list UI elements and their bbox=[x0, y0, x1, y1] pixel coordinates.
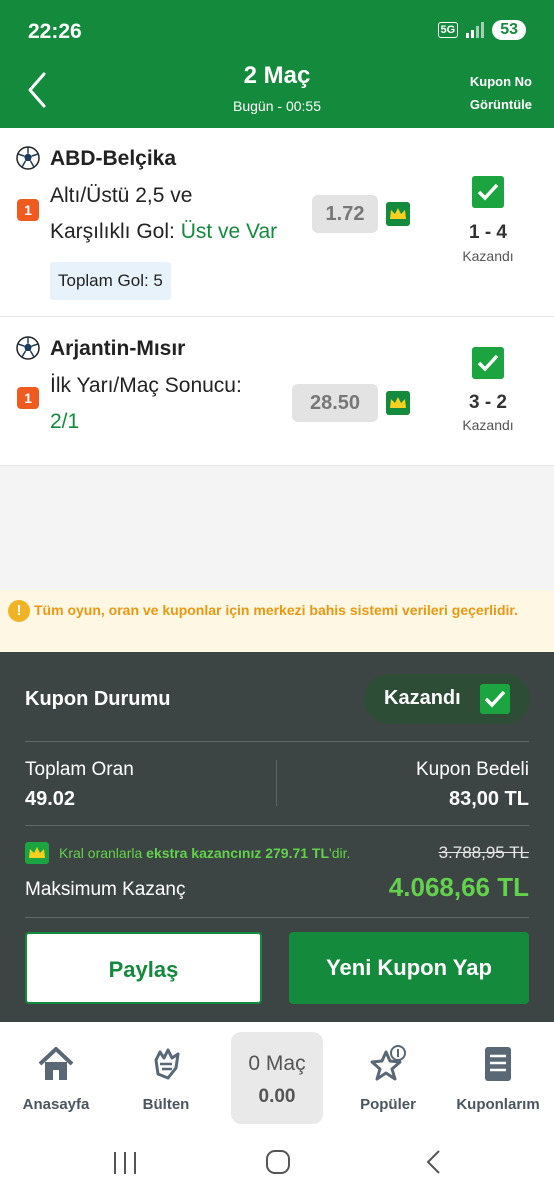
soccer-ball-icon bbox=[16, 146, 40, 170]
nav-label: Anasayfa bbox=[22, 1096, 90, 1113]
battery-indicator: 53 bbox=[492, 20, 526, 40]
share-button[interactable]: Paylaş bbox=[25, 932, 262, 1004]
star-icon bbox=[370, 1045, 406, 1081]
king-suffix: 'dir. bbox=[329, 845, 351, 861]
match-teams: ABD-Belçika bbox=[50, 147, 177, 170]
soccer-ball-icon bbox=[16, 336, 40, 360]
pick-badge: 1 bbox=[17, 199, 39, 221]
kupon-no-line1: Kupon No bbox=[469, 74, 532, 89]
match-teams: Arjantin-Mısır bbox=[50, 337, 186, 360]
coupon-summary-panel: Kupon Durumu Kazandı Toplam Oran 49.02 K… bbox=[0, 652, 554, 1022]
document-icon bbox=[485, 1047, 511, 1081]
checkmark-icon bbox=[472, 176, 504, 208]
nav-item-popular[interactable]: Popüler bbox=[338, 1022, 438, 1132]
slip-count: 0 Maç bbox=[248, 1052, 306, 1075]
stake-label: Kupon Bedeli bbox=[415, 759, 529, 780]
pick-badge: 1 bbox=[17, 387, 39, 409]
market-line1: İlk Yarı/Maç Sonucu: bbox=[50, 374, 242, 397]
nav-item-my-coupons[interactable]: Kuponlarım bbox=[448, 1022, 548, 1132]
stake-value: 83,00 TL bbox=[448, 788, 529, 810]
checkmark-icon bbox=[480, 684, 510, 714]
selection-text: Üst ve Var bbox=[180, 220, 278, 243]
total-goals-badge: Toplam Gol: 5 bbox=[50, 262, 171, 300]
warning-text: Tüm oyun, oran ve kuponlar için merkezi … bbox=[34, 602, 518, 618]
hand-icon bbox=[154, 1048, 180, 1080]
match-card: Arjantin-Mısır 1 İlk Yarı/Maç Sonucu: 2/… bbox=[0, 317, 554, 466]
odd-value: 1.72 bbox=[312, 195, 378, 233]
info-warning-banner: ! Tüm oyun, oran ve kuponlar için merkez… bbox=[0, 590, 554, 652]
total-odds-value: 49.02 bbox=[25, 788, 76, 810]
status-time: 22:26 bbox=[28, 20, 82, 43]
match-status: Kazandı bbox=[462, 248, 514, 264]
match-status: Kazandı bbox=[462, 417, 514, 433]
bet-slip-button[interactable]: 0 Maç 0.00 bbox=[231, 1032, 323, 1124]
home-button-icon[interactable] bbox=[264, 1148, 292, 1176]
bottom-navigation: Anasayfa Bülten 0 Maç 0.00 Popüler Kupon… bbox=[0, 1022, 554, 1132]
status-bar: 22:26 5G 53 bbox=[0, 0, 554, 60]
selection-text: 2/1 bbox=[50, 410, 80, 433]
kupon-no-line2: Görüntüle bbox=[469, 97, 532, 112]
market-description: İlk Yarı/Maç Sonucu: 2/1 bbox=[50, 368, 290, 440]
network-icon: 5G bbox=[437, 22, 459, 38]
market-line2-text: Karşılıklı Gol: bbox=[50, 220, 181, 243]
view-coupon-number-button[interactable]: Kupon No Görüntüle bbox=[470, 70, 532, 116]
king-odds-note: Kral oranlarla ekstra kazancınız 279.71 … bbox=[59, 845, 350, 861]
max-win-label: Maksimum Kazanç bbox=[25, 879, 186, 900]
recent-apps-icon[interactable] bbox=[110, 1150, 140, 1176]
match-score: 3 - 2 bbox=[468, 392, 508, 413]
king-prefix: Kral oranlarla bbox=[59, 845, 147, 861]
market-description: Altı/Üstü 2,5 ve Karşılıklı Gol: Üst ve … bbox=[50, 178, 305, 250]
nav-item-home[interactable]: Anasayfa bbox=[6, 1022, 106, 1132]
coupon-status-label: Kupon Durumu bbox=[25, 688, 171, 710]
coupon-status-value: Kazandı bbox=[384, 687, 461, 709]
market-line1: Altı/Üstü 2,5 ve bbox=[50, 184, 193, 207]
crown-icon bbox=[386, 202, 410, 226]
match-score: 1 - 4 bbox=[468, 222, 508, 243]
header: 2 Maç Bugün - 00:55 Kupon No Görüntüle bbox=[0, 60, 554, 128]
home-icon bbox=[38, 1047, 74, 1080]
crown-icon bbox=[386, 391, 410, 415]
nav-label: Kuponlarım bbox=[456, 1096, 540, 1113]
odd-value: 28.50 bbox=[292, 384, 378, 422]
divider bbox=[25, 741, 529, 742]
vertical-divider bbox=[276, 760, 277, 806]
total-odds-label: Toplam Oran bbox=[25, 759, 134, 780]
new-coupon-button[interactable]: Yeni Kupon Yap bbox=[289, 932, 529, 1004]
nav-item-bulletin[interactable]: Bülten bbox=[116, 1022, 216, 1132]
back-nav-icon[interactable] bbox=[422, 1148, 446, 1176]
coupon-status-pill: Kazandı bbox=[364, 674, 530, 724]
nav-label: Bülten bbox=[142, 1096, 190, 1113]
status-icons: 5G 53 bbox=[437, 20, 526, 40]
nav-label: Popüler bbox=[360, 1096, 416, 1113]
market-line2: Karşılıklı Gol: Üst ve Var bbox=[50, 214, 305, 250]
divider bbox=[25, 825, 529, 826]
warning-icon: ! bbox=[8, 600, 30, 622]
old-max-win: 3.788,95 TL bbox=[438, 843, 529, 862]
match-card: ABD-Belçika 1 Altı/Üstü 2,5 ve Karşılıkl… bbox=[0, 128, 554, 317]
divider bbox=[25, 917, 529, 918]
system-navigation-bar bbox=[0, 1132, 554, 1200]
max-win-value: 4.068,66 TL bbox=[388, 872, 529, 902]
crown-icon bbox=[25, 842, 49, 864]
king-extra-amount: ekstra kazancınız 279.71 TL bbox=[146, 845, 330, 861]
signal-icon bbox=[466, 22, 485, 38]
checkmark-icon bbox=[472, 347, 504, 379]
slip-total: 0.00 bbox=[258, 1086, 296, 1107]
